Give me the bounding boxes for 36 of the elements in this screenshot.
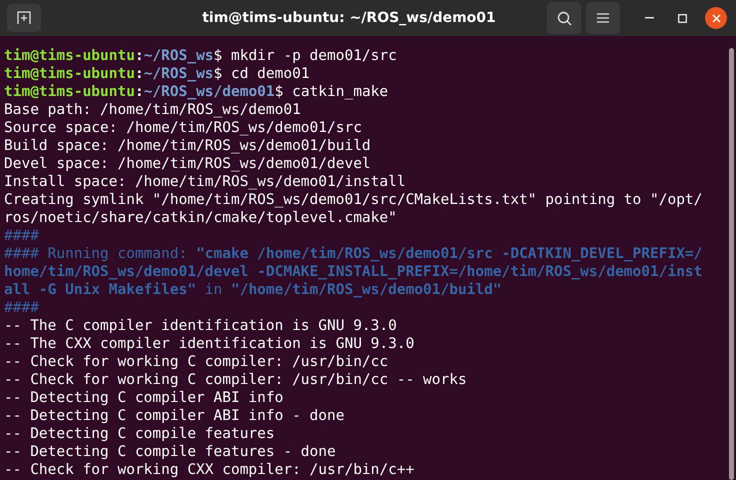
close-button[interactable] [705, 7, 727, 29]
terminal-line: home/tim/ROS_ws/demo01/devel -DCMAKE_INSTALL_PREFIX=/home/tim/ROS_ws/demo01/inst [4, 263, 704, 281]
terminal-line: Devel space: /home/tim/ROS_ws/demo01/devel [4, 155, 372, 173]
terminal-line: Base path: /home/tim/ROS_ws/demo01 [4, 101, 302, 119]
terminal-line: all -G Unix Makefiles" in "/home/tim/ROS_ws/demo01/build" [4, 281, 503, 299]
terminal-line: -- Check for working C compiler: /usr/bin/cc -- works [4, 371, 468, 389]
new-tab-button[interactable] [7, 4, 41, 32]
terminal-line: -- Detecting C compile features [4, 425, 276, 443]
maximize-icon [678, 14, 686, 22]
menu-button[interactable] [586, 2, 620, 34]
terminal-line: tim@tims-ubuntu:~/ROS_ws$ mkdir -p demo01/src [4, 47, 398, 65]
search-icon [556, 10, 572, 26]
scrollbar-thumb[interactable] [729, 48, 734, 480]
minimize-icon [644, 17, 654, 19]
menu-icon [597, 13, 609, 23]
terminal-line: Install space: /home/tim/ROS_ws/demo01/install [4, 173, 407, 191]
terminal-line: Source space: /home/tim/ROS_ws/demo01/src [4, 119, 363, 137]
terminal-line: -- The C compiler identification is GNU 9.3.0 [4, 317, 398, 335]
terminal-line: -- Check for working CXX compiler: /usr/bin/c++ [4, 461, 416, 479]
terminal-line: -- Detecting C compile features - done [4, 443, 337, 461]
new-tab-icon [17, 11, 31, 25]
terminal-line: tim@tims-ubuntu:~/ROS_ws$ cd demo01 [4, 65, 311, 83]
terminal-line: #### [4, 227, 40, 245]
terminal-line: #### Running command: "cmake /home/tim/ROS_ws/demo01/src -DCATKIN_DEVEL_PREFIX=/ [4, 245, 704, 263]
terminal-line: -- Check for working C compiler: /usr/bin/cc [4, 353, 390, 371]
search-button[interactable] [547, 2, 581, 34]
terminal-line: -- The CXX compiler identification is GNU 9.3.0 [4, 335, 416, 353]
terminal-line: Creating symlink "/home/tim/ROS_ws/demo01/src/CMakeLists.txt" pointing to "/opt/ [4, 191, 704, 209]
terminal-line: Build space: /home/tim/ROS_ws/demo01/build [4, 137, 372, 155]
terminal-line: -- Detecting C compiler ABI info - done [4, 407, 346, 425]
close-icon [712, 14, 720, 22]
terminal-line: tim@tims-ubuntu:~/ROS_ws/demo01$ catkin_make [4, 83, 390, 101]
terminal-line: #### [4, 299, 40, 317]
terminal-line: -- Detecting C compiler ABI info [4, 389, 284, 407]
window-title: tim@tims-ubuntu: ~/ROS_ws/demo01 [202, 8, 496, 28]
terminal-line: ros/noetic/share/catkin/cmake/toplevel.cmake" [4, 209, 398, 227]
